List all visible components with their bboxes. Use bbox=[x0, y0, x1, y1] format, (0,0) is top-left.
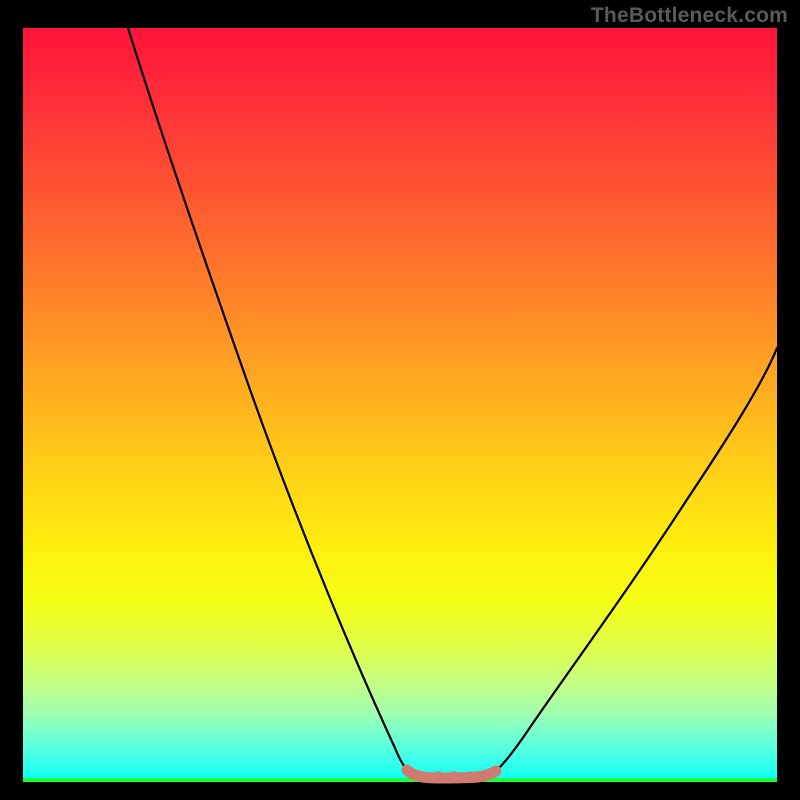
curve-overlay bbox=[23, 28, 777, 782]
left-branch-path bbox=[128, 28, 411, 773]
plot-area bbox=[23, 28, 777, 782]
watermark-text: TheBottleneck.com bbox=[591, 4, 788, 28]
valley-bumps bbox=[418, 775, 474, 778]
chart-frame: TheBottleneck.com bbox=[0, 0, 800, 800]
right-branch-path bbox=[493, 348, 777, 773]
